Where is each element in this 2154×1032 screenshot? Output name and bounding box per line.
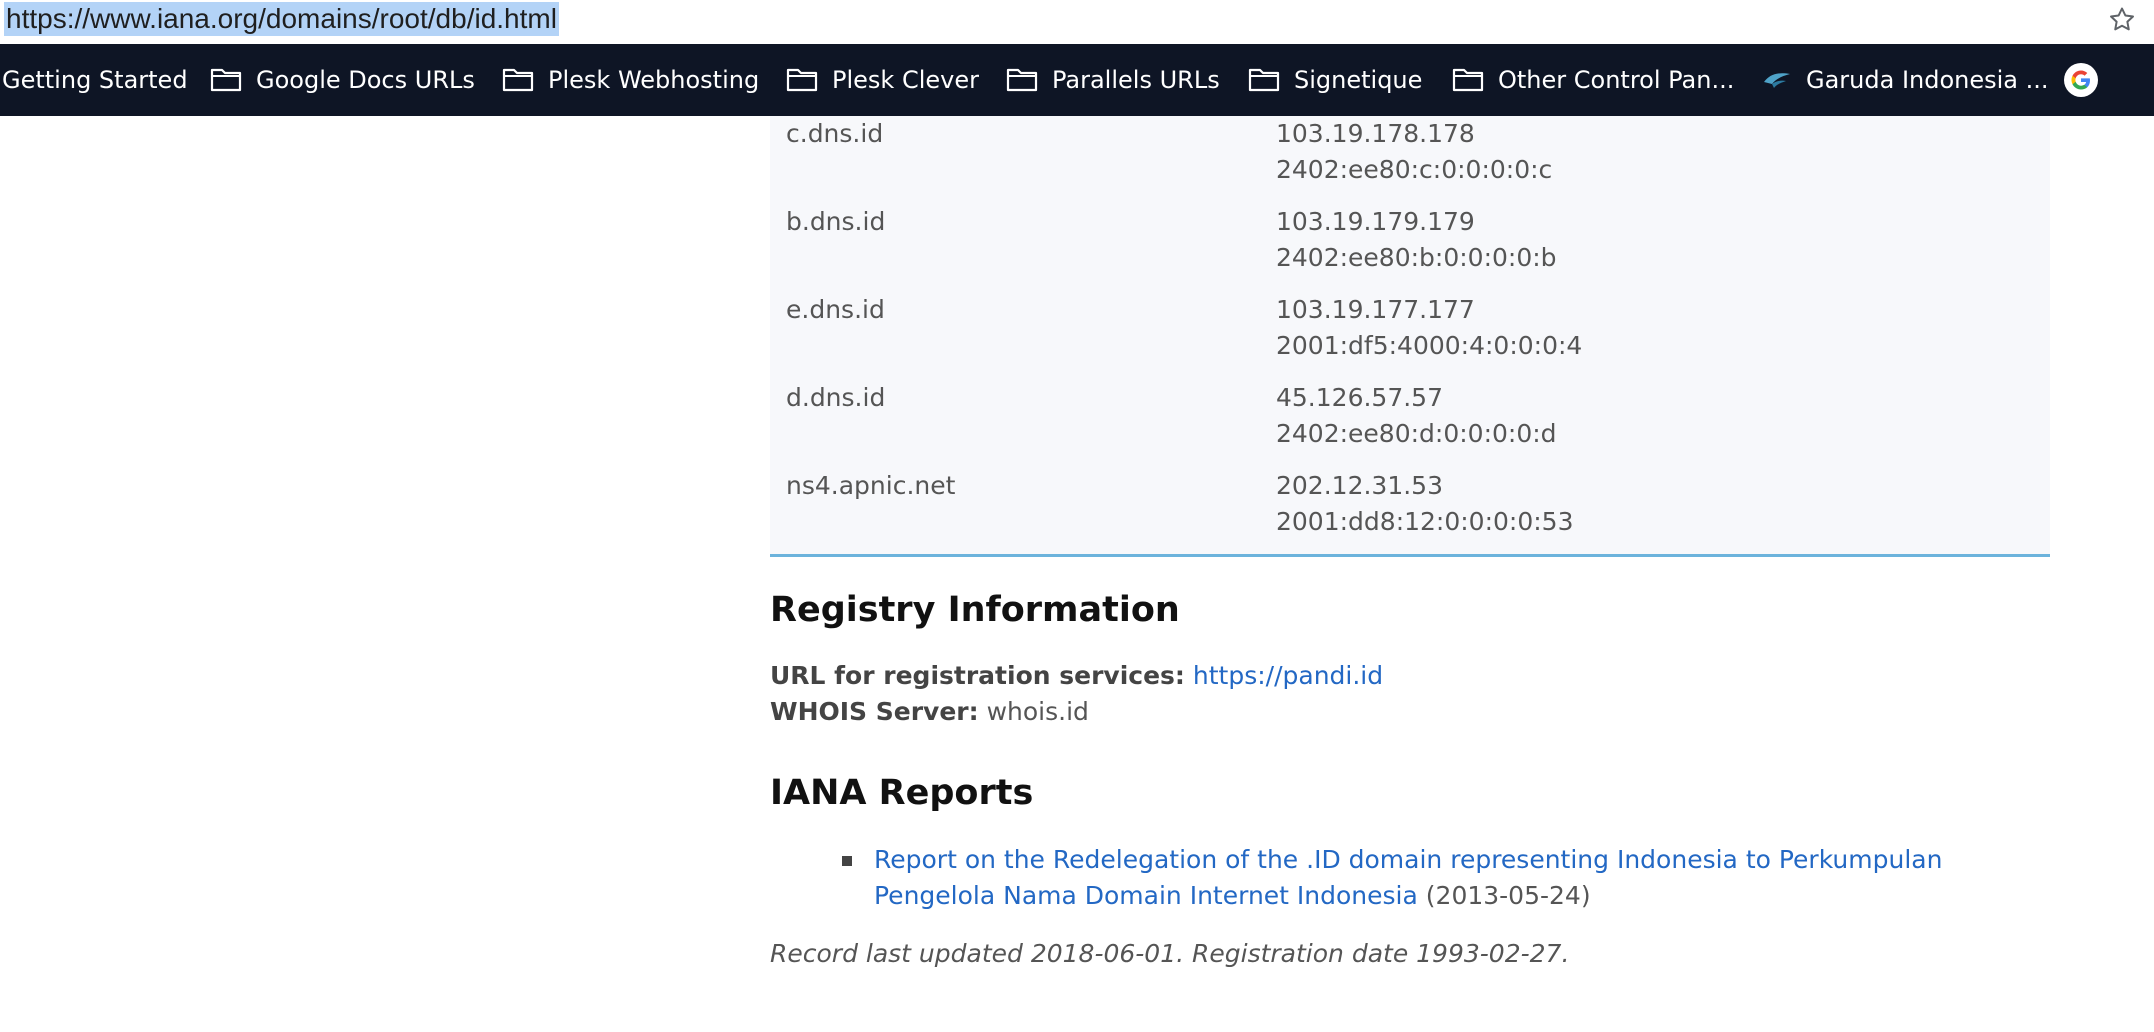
bookmark-label: Getting Started — [2, 66, 188, 94]
folder-icon — [210, 67, 242, 93]
ns-ipv6: 2001:df5:4000:4:0:0:0:4 — [1276, 331, 1583, 360]
report-date: (2013-05-24) — [1425, 881, 1591, 910]
address-bar[interactable]: https://www.iana.org/domains/root/db/id.… — [0, 0, 2154, 45]
bookmark-folder-plesk-webhosting[interactable]: Plesk Webhosting — [502, 44, 759, 116]
folder-icon — [502, 67, 534, 93]
ns-ipv4: 202.12.31.53 — [1276, 471, 1443, 500]
table-row: e.dns.id 103.19.177.177 2001:df5:4000:4:… — [770, 290, 2050, 378]
bookmark-label: Garuda Indonesia ... — [1806, 66, 2049, 94]
main-content: c.dns.id 103.19.178.178 2402:ee80:c:0:0:… — [770, 116, 2050, 968]
whois-server-value: whois.id — [986, 697, 1089, 726]
ns-ipv4: 45.126.57.57 — [1276, 383, 1443, 412]
ns-addresses: 202.12.31.53 2001:dd8:12:0:0:0:0:53 — [1260, 466, 2050, 556]
bookmarks-bar: Getting Started Google Docs URLs Plesk W… — [0, 44, 2154, 116]
bookmark-folder-google-docs-urls[interactable]: Google Docs URLs — [210, 44, 475, 116]
ns-ipv6: 2402:ee80:b:0:0:0:0:b — [1276, 243, 1557, 272]
bookmark-label: Google Docs URLs — [256, 66, 475, 94]
ns-addresses: 103.19.177.177 2001:df5:4000:4:0:0:0:4 — [1260, 290, 2050, 378]
table-row: c.dns.id 103.19.178.178 2402:ee80:c:0:0:… — [770, 116, 2050, 202]
ns-ipv4: 103.19.177.177 — [1276, 295, 1475, 324]
registration-url-line: URL for registration services: https://p… — [770, 658, 1383, 694]
report-link[interactable]: Report on the Redelegation of the .ID do… — [874, 845, 1942, 910]
table-row: ns4.apnic.net 202.12.31.53 2001:dd8:12:0… — [770, 466, 2050, 556]
bookmark-label: Plesk Webhosting — [548, 66, 760, 94]
ns-ipv6: 2402:ee80:c:0:0:0:0:c — [1276, 155, 1553, 184]
table-row: d.dns.id 45.126.57.57 2402:ee80:d:0:0:0:… — [770, 378, 2050, 466]
bookmark-folder-other-control-panels[interactable]: Other Control Pan... — [1452, 44, 1734, 116]
ns-hostname: ns4.apnic.net — [786, 471, 956, 500]
ns-hostname: b.dns.id — [786, 207, 886, 236]
bookmark-folder-plesk-clever[interactable]: Plesk Clever — [786, 44, 979, 116]
ns-ipv6: 2402:ee80:d:0:0:0:0:d — [1276, 419, 1557, 448]
whois-server-line: WHOIS Server: whois.id — [770, 694, 1089, 730]
bookmark-folder-signetique[interactable]: Signetique — [1248, 44, 1422, 116]
bookmark-garuda-indonesia[interactable]: Garuda Indonesia ... — [1762, 44, 2049, 116]
registration-url-label: URL for registration services: — [770, 661, 1185, 690]
registry-information-heading: Registry Information — [770, 590, 1180, 630]
table-row: b.dns.id 103.19.179.179 2402:ee80:b:0:0:… — [770, 202, 2050, 290]
folder-icon — [1452, 67, 1484, 93]
nameserver-table: c.dns.id 103.19.178.178 2402:ee80:c:0:0:… — [770, 116, 2050, 557]
ns-hostname: c.dns.id — [786, 119, 884, 148]
ns-hostname: e.dns.id — [786, 295, 885, 324]
ns-ipv4: 103.19.179.179 — [1276, 207, 1475, 236]
bookmark-folder-parallels-urls[interactable]: Parallels URLs — [1006, 44, 1220, 116]
bookmark-label: Parallels URLs — [1052, 66, 1220, 94]
google-g-icon — [2064, 63, 2098, 97]
ns-hostname: d.dns.id — [786, 383, 886, 412]
whois-server-label: WHOIS Server: — [770, 697, 979, 726]
list-item: Report on the Redelegation of the .ID do… — [874, 842, 2024, 914]
record-dates: Record last updated 2018-06-01. Registra… — [770, 939, 1570, 968]
bookmark-label: Signetique — [1294, 66, 1423, 94]
ns-ipv4: 103.19.178.178 — [1276, 119, 1475, 148]
ns-addresses: 103.19.178.178 2402:ee80:c:0:0:0:0:c — [1260, 116, 2050, 202]
folder-icon — [786, 67, 818, 93]
folder-icon — [1248, 67, 1280, 93]
iana-reports-heading: IANA Reports — [770, 773, 1034, 813]
bookmark-getting-started[interactable]: Getting Started — [2, 44, 188, 116]
bookmark-label: Other Control Pan... — [1498, 66, 1735, 94]
bookmark-label: Plesk Clever — [832, 66, 979, 94]
list-bullet-icon — [842, 856, 852, 866]
folder-icon — [1006, 67, 1038, 93]
url-text[interactable]: https://www.iana.org/domains/root/db/id.… — [4, 2, 559, 36]
ns-addresses: 45.126.57.57 2402:ee80:d:0:0:0:0:d — [1260, 378, 2050, 466]
ns-ipv6: 2001:dd8:12:0:0:0:0:53 — [1276, 507, 1574, 536]
bookmark-google[interactable] — [2064, 44, 2112, 116]
bookmark-star-icon[interactable] — [2104, 2, 2140, 38]
garuda-bird-icon — [1762, 68, 1792, 92]
ns-addresses: 103.19.179.179 2402:ee80:b:0:0:0:0:b — [1260, 202, 2050, 290]
registration-url-link[interactable]: https://pandi.id — [1193, 661, 1383, 690]
